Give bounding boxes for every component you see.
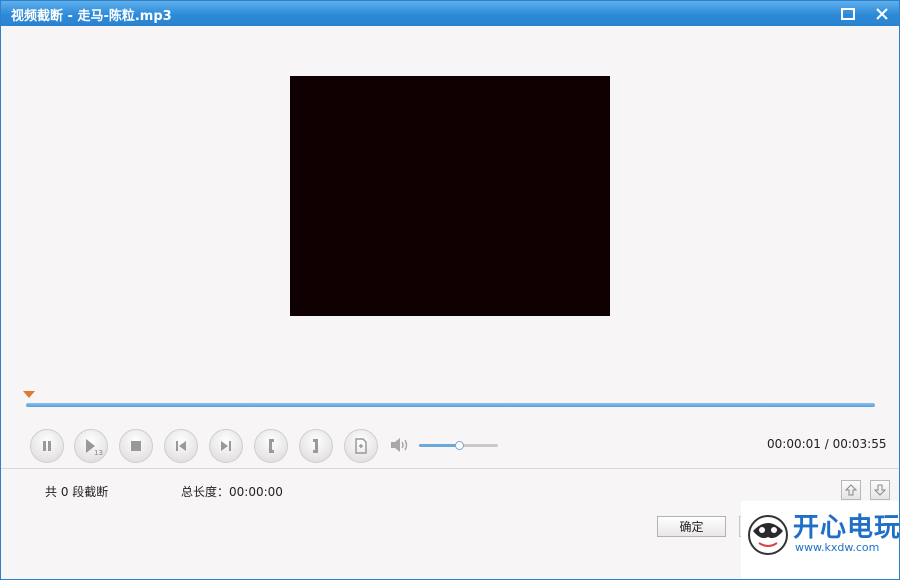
volume-slider-knob[interactable]: [454, 441, 464, 450]
skip-back-icon: [176, 441, 186, 451]
close-button[interactable]: [871, 4, 893, 23]
step-play-button[interactable]: 13: [74, 429, 108, 463]
time-readout: 00:00:01 / 00:03:55: [767, 437, 887, 451]
pause-icon: [43, 441, 51, 451]
add-segment-button[interactable]: [344, 429, 378, 463]
move-down-button[interactable]: [870, 480, 890, 500]
gamepad-mascot-icon: [748, 515, 788, 555]
watermark-url: www.kxdw.com: [795, 541, 880, 554]
total-length: 总长度：00:00:00: [181, 485, 283, 499]
watermark-text: 开心电玩: [793, 513, 900, 543]
watermark: 开心电玩 www.kxdw.com: [741, 501, 899, 579]
stop-button[interactable]: [119, 429, 153, 463]
segment-count: 共 0 段截断: [45, 485, 109, 499]
mark-start-button[interactable]: [254, 429, 288, 463]
maximize-button[interactable]: [837, 4, 859, 23]
video-preview: [290, 76, 610, 316]
window-title: 视频截断 - 走马-陈粒.mp3: [11, 9, 172, 24]
step-play-badge: 13: [94, 449, 103, 457]
seek-position-marker[interactable]: [23, 391, 35, 398]
bracket-right-icon: [313, 439, 318, 453]
title-bar: 视频截断 - 走马-陈粒.mp3: [1, 1, 899, 26]
video-trim-window: 视频截断 - 走马-陈粒.mp3 13 00:00:01 / 00:03:55 …: [0, 0, 900, 580]
bracket-left-icon: [269, 439, 274, 453]
skip-forward-icon: [221, 441, 231, 451]
document-add-icon: [355, 438, 367, 454]
seek-bar[interactable]: [26, 403, 875, 407]
close-icon: [876, 7, 888, 20]
divider: [1, 468, 899, 469]
stop-icon: [131, 441, 141, 451]
next-button[interactable]: [209, 429, 243, 463]
mark-end-button[interactable]: [299, 429, 333, 463]
arrow-up-icon: [845, 484, 857, 496]
time-separator: /: [820, 437, 833, 451]
move-up-button[interactable]: [841, 480, 861, 500]
maximize-icon: [841, 7, 855, 20]
pause-button[interactable]: [30, 429, 64, 463]
ok-button[interactable]: 确定: [657, 516, 726, 537]
volume-icon[interactable]: [390, 437, 410, 453]
current-time: 00:00:01: [767, 437, 821, 451]
arrow-down-icon: [874, 484, 886, 496]
volume-slider[interactable]: [419, 441, 498, 450]
volume-slider-fill: [419, 444, 459, 447]
total-time: 00:03:55: [832, 437, 887, 451]
previous-button[interactable]: [164, 429, 198, 463]
